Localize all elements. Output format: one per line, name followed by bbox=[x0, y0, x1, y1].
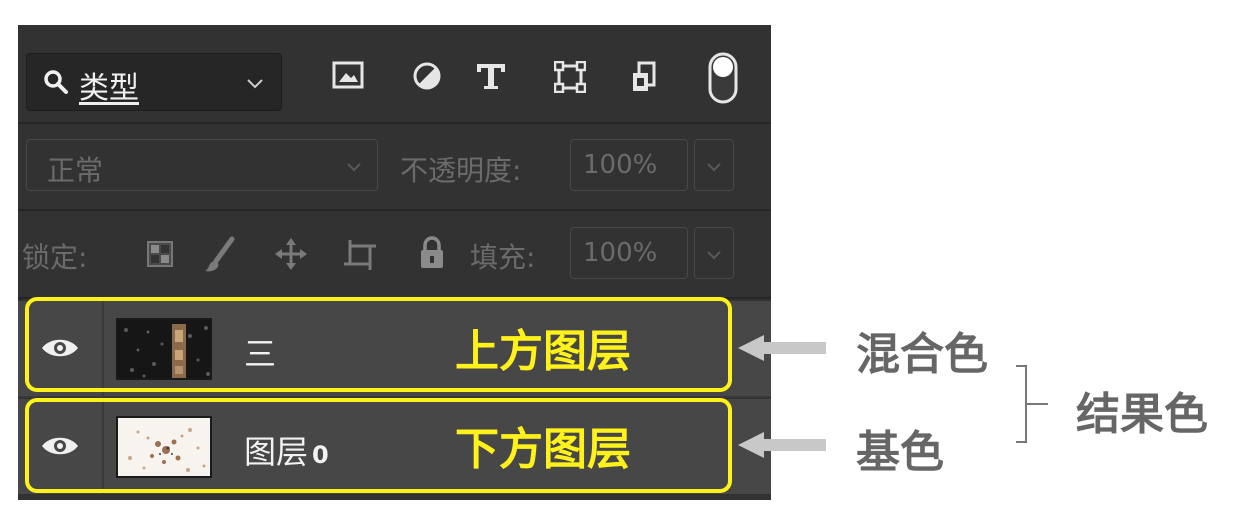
chevron-down-icon bbox=[247, 79, 263, 89]
blend-color-label: 混合色 bbox=[856, 329, 988, 380]
fill-field[interactable]: 100% bbox=[570, 227, 688, 279]
lock-label: 锁定: bbox=[22, 241, 88, 274]
result-color-label: 结果色 bbox=[1076, 389, 1208, 440]
search-icon bbox=[44, 70, 68, 94]
chevron-down-icon bbox=[707, 163, 721, 172]
lock-paint-icon[interactable] bbox=[202, 235, 238, 275]
lock-move-icon[interactable] bbox=[274, 237, 308, 271]
opacity-value: 100% bbox=[583, 150, 658, 180]
filter-toggle-icon[interactable] bbox=[706, 50, 740, 106]
lower-layer-highlight bbox=[25, 398, 732, 493]
filter-type-label: 类型 bbox=[79, 71, 139, 106]
layer-filter-dropdown[interactable]: 类型 bbox=[26, 53, 282, 111]
chevron-down-icon bbox=[707, 251, 721, 260]
opacity-label: 不透明度: bbox=[400, 154, 522, 187]
fill-label: 填充: bbox=[470, 241, 536, 274]
lock-transparent-icon[interactable] bbox=[146, 240, 174, 268]
base-color-label: 基色 bbox=[856, 427, 944, 478]
bracket-icon bbox=[1016, 365, 1048, 443]
fill-value: 100% bbox=[583, 238, 658, 268]
smart-object-icon[interactable] bbox=[630, 61, 660, 93]
type-icon[interactable] bbox=[474, 61, 508, 91]
lock-artboard-icon[interactable] bbox=[342, 238, 378, 272]
image-icon[interactable] bbox=[332, 61, 364, 89]
chevron-down-icon bbox=[347, 163, 361, 172]
upper-layer-highlight bbox=[25, 297, 732, 392]
adjustment-icon[interactable] bbox=[412, 61, 442, 91]
shape-icon[interactable] bbox=[554, 61, 586, 93]
fill-slider-button[interactable] bbox=[694, 227, 734, 279]
arrow-left-icon bbox=[738, 335, 826, 361]
arrow-left-icon bbox=[738, 432, 826, 458]
separator bbox=[18, 209, 771, 211]
blend-mode-dropdown[interactable]: 正常 bbox=[26, 139, 378, 191]
blend-mode-value: 正常 bbox=[47, 154, 104, 187]
separator bbox=[18, 122, 771, 124]
lock-all-icon[interactable] bbox=[418, 236, 446, 270]
opacity-field[interactable]: 100% bbox=[570, 139, 688, 191]
opacity-slider-button[interactable] bbox=[694, 139, 734, 191]
